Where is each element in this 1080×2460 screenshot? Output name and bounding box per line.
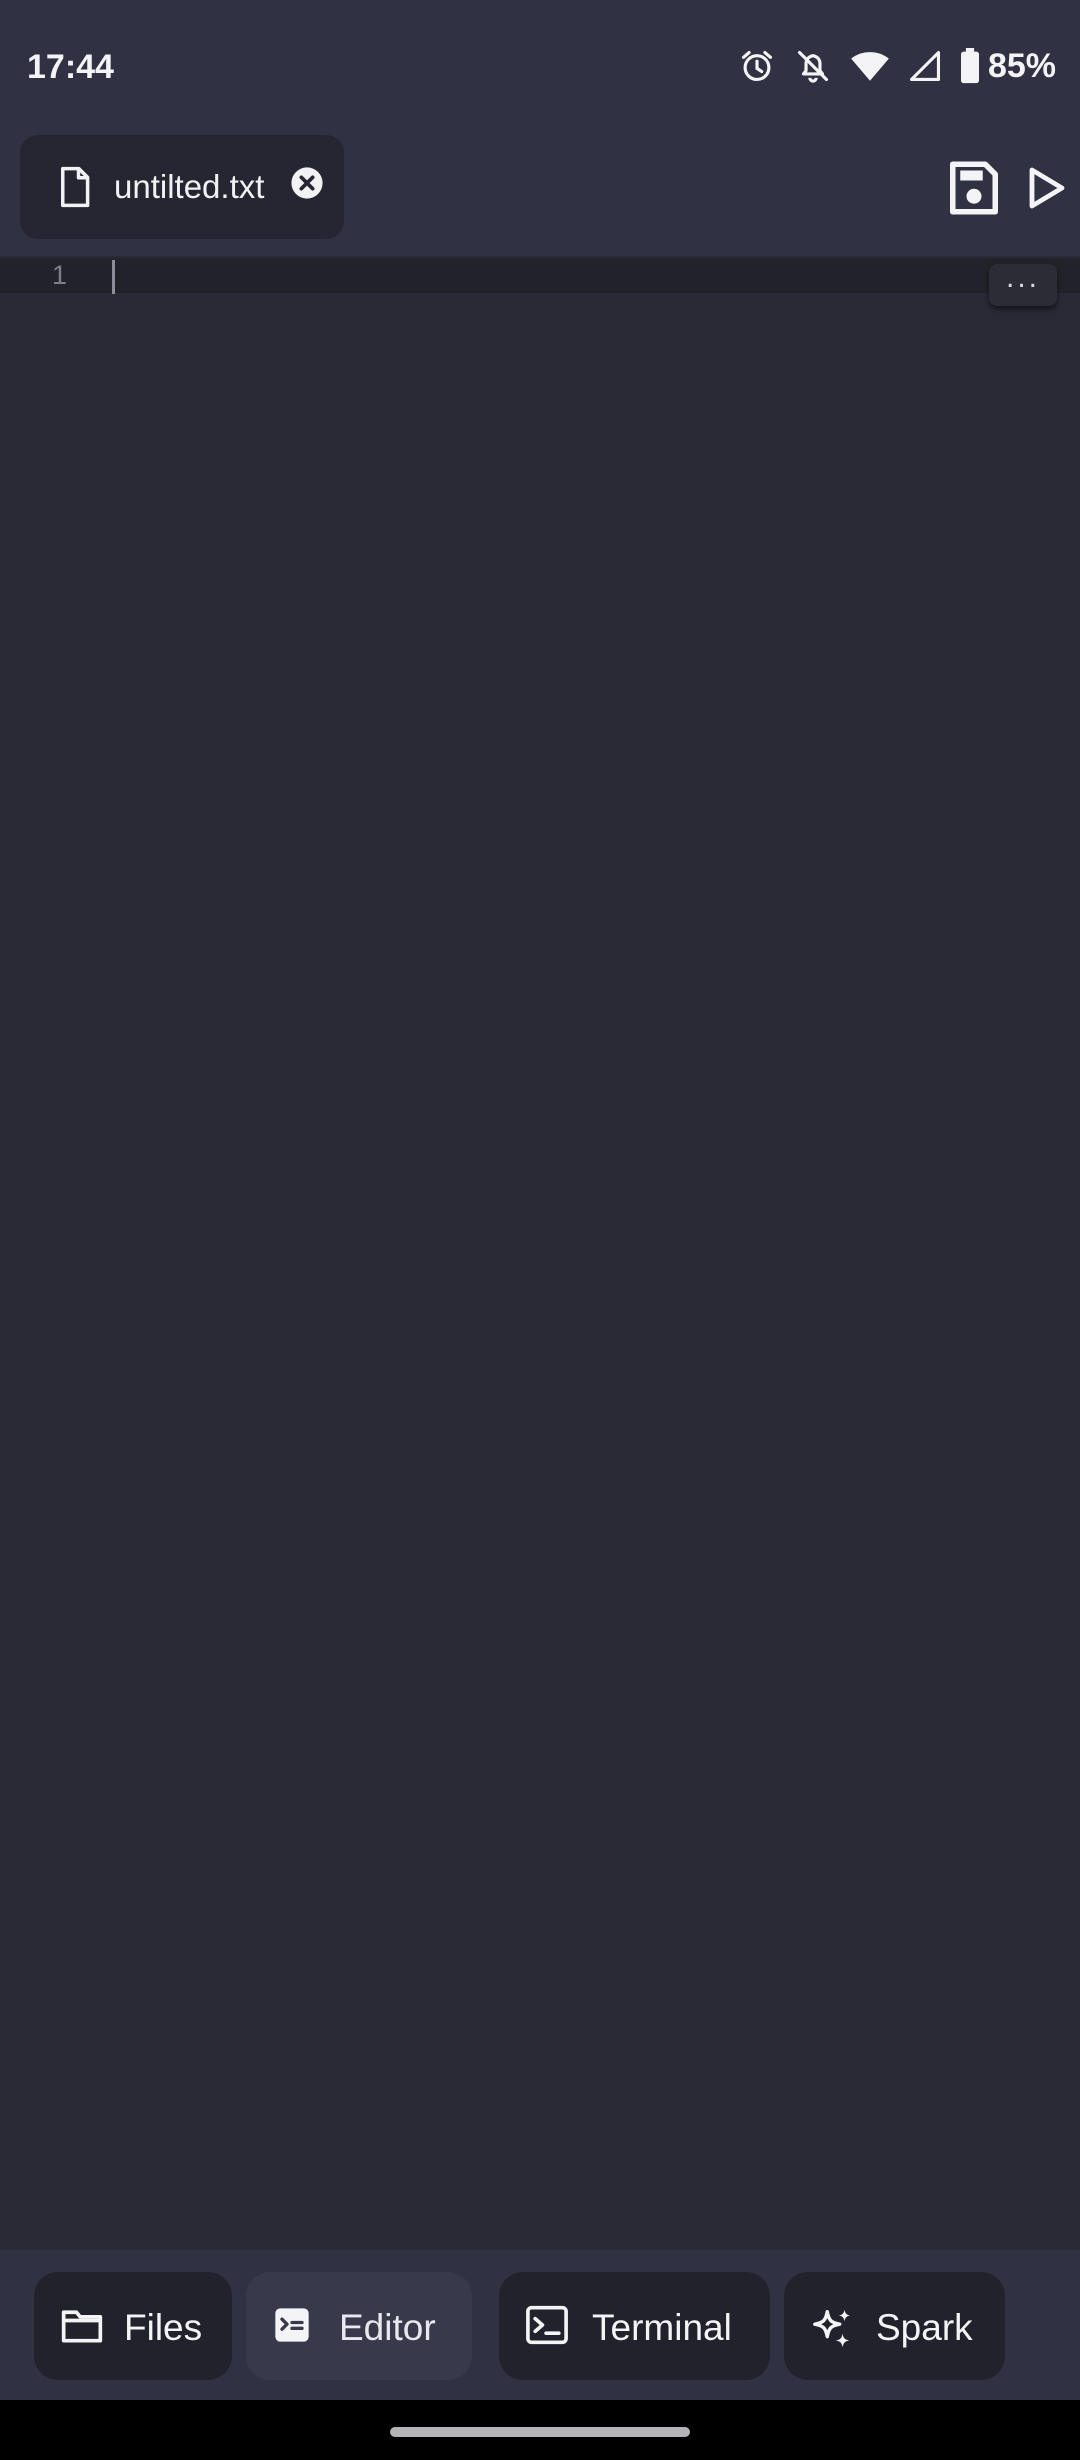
nav-files[interactable]: Files [34,2272,232,2380]
folder-icon [60,2305,104,2352]
text-cursor [112,260,115,294]
cellular-signal-icon [908,49,942,83]
status-icons: 85% [738,44,1056,88]
nav-spark[interactable]: Spark [784,2272,1005,2380]
code-editor[interactable]: 1 ... [0,256,1080,2250]
file-tab[interactable]: untilted.txt [20,135,344,239]
editor-icon [272,2305,312,2350]
nav-terminal[interactable]: Terminal [499,2272,770,2380]
bottom-navigation: Files Editor Terminal Spark [0,2250,1080,2400]
nav-label: Editor [339,2307,436,2348]
play-icon[interactable] [1024,164,1072,212]
battery-icon [960,48,980,84]
close-circle-icon[interactable] [290,166,324,205]
save-icon[interactable] [944,158,1004,218]
document-icon [56,166,94,213]
editor-header: untilted.txt [0,134,1080,256]
nav-editor[interactable]: Editor [246,2272,472,2380]
nav-label: Files [124,2307,203,2348]
status-time: 17:44 [27,48,114,86]
line-number: 1 [52,260,68,290]
alarm-icon [738,47,776,85]
tab-filename: untilted.txt [114,168,265,205]
current-line-highlight [0,258,1080,293]
wifi-icon [850,48,890,84]
sparkle-icon [810,2305,856,2356]
status-bar: 17:44 85% [0,0,1080,134]
nav-label: Spark [876,2307,973,2348]
more-options-button[interactable]: ... [989,263,1057,306]
gesture-navigation-area [0,2400,1080,2460]
battery-percent: 85% [987,46,1056,85]
home-gesture-handle[interactable] [390,2427,690,2437]
terminal-icon [525,2305,569,2350]
nav-label: Terminal [592,2307,732,2348]
notifications-off-icon [794,47,832,85]
